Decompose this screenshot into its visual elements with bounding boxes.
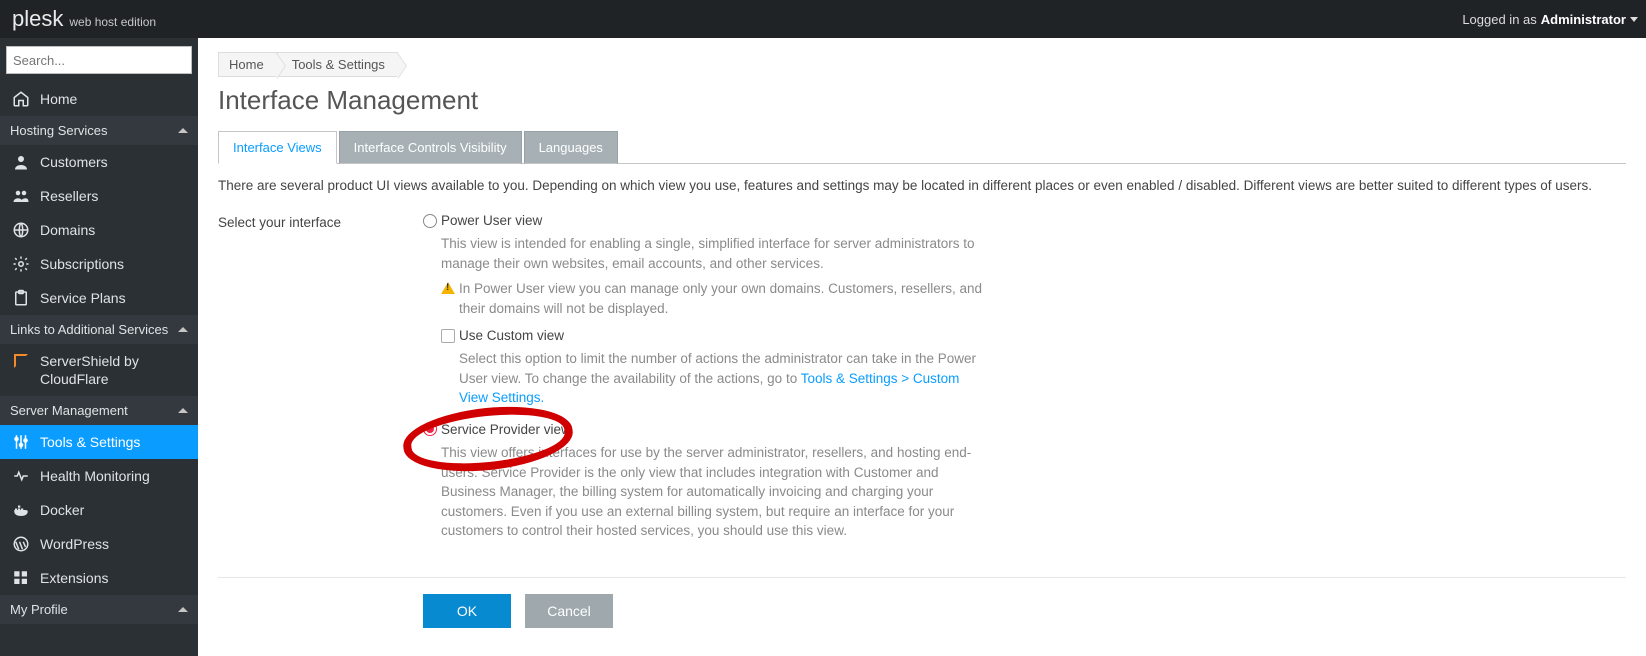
- radio-power-user[interactable]: [423, 214, 437, 228]
- tab-controls-visibility[interactable]: Interface Controls Visibility: [339, 131, 522, 164]
- sidebar: Home Hosting Services Customers Reseller…: [0, 38, 198, 656]
- docker-icon: [12, 501, 30, 519]
- top-bar: plesk web host edition Logged in as Admi…: [0, 0, 1646, 38]
- login-status[interactable]: Logged in as Administrator: [1462, 12, 1638, 27]
- sidebar-item-label: Docker: [40, 502, 84, 518]
- search-box[interactable]: [6, 46, 192, 74]
- heartbeat-icon: [12, 467, 30, 485]
- sidebar-item-label: Customers: [40, 154, 108, 170]
- home-icon: [12, 90, 30, 108]
- sidebar-item-wordpress[interactable]: WordPress: [0, 527, 198, 561]
- cancel-button[interactable]: Cancel: [525, 594, 613, 628]
- main-content: Home Tools & Settings Interface Manageme…: [198, 38, 1646, 656]
- separator: [218, 577, 1626, 578]
- wordpress-icon: [12, 535, 30, 553]
- sliders-icon: [12, 433, 30, 451]
- clipboard-icon: [12, 289, 30, 307]
- sidebar-item-tools-settings[interactable]: Tools & Settings: [0, 425, 198, 459]
- chevron-up-icon: [178, 408, 188, 413]
- sidebar-item-label: Domains: [40, 222, 95, 238]
- option-label: Service Provider view: [441, 422, 571, 437]
- sidebar-item-resellers[interactable]: Resellers: [0, 179, 198, 213]
- option-service-provider: Service Provider view This view offers i…: [423, 422, 983, 541]
- sidebar-item-label: WordPress: [40, 536, 109, 552]
- checkbox-custom-view[interactable]: [441, 329, 455, 343]
- sidebar-group-profile[interactable]: My Profile: [0, 595, 198, 624]
- chevron-up-icon: [178, 128, 188, 133]
- option-label: Power User view: [441, 213, 542, 228]
- sidebar-item-label: Home: [40, 91, 77, 107]
- brand-name: plesk: [12, 6, 63, 32]
- sidebar-item-subscriptions[interactable]: Subscriptions: [0, 247, 198, 281]
- user-icon: [12, 153, 30, 171]
- sidebar-item-docker[interactable]: Docker: [0, 493, 198, 527]
- select-interface-label: Select your interface: [218, 213, 423, 230]
- sidebar-item-customers[interactable]: Customers: [0, 145, 198, 179]
- sidebar-item-label: Resellers: [40, 188, 98, 204]
- chevron-up-icon: [178, 327, 188, 332]
- custom-view-description: Select this option to limit the number o…: [459, 349, 983, 408]
- search-input[interactable]: [13, 53, 189, 68]
- ok-button[interactable]: OK: [423, 594, 511, 628]
- sidebar-item-extensions[interactable]: Extensions: [0, 561, 198, 595]
- tabs: Interface Views Interface Controls Visib…: [218, 130, 1626, 164]
- sidebar-item-label: Subscriptions: [40, 256, 124, 272]
- brand[interactable]: plesk web host edition: [12, 6, 156, 32]
- breadcrumb-tools-settings[interactable]: Tools & Settings: [277, 52, 398, 77]
- logged-in-user: Administrator: [1541, 12, 1626, 27]
- sidebar-group-hosting[interactable]: Hosting Services: [0, 116, 198, 145]
- chevron-up-icon: [178, 607, 188, 612]
- breadcrumb-home[interactable]: Home: [218, 52, 277, 77]
- tab-languages[interactable]: Languages: [524, 131, 618, 164]
- users-icon: [12, 187, 30, 205]
- cloudflare-icon: [12, 352, 30, 370]
- option-description: This view is intended for enabling a sin…: [441, 234, 983, 273]
- warning-icon: [441, 282, 455, 294]
- sidebar-item-home[interactable]: Home: [0, 82, 198, 116]
- page-title: Interface Management: [218, 85, 1626, 116]
- sidebar-item-label: Health Monitoring: [40, 468, 150, 484]
- breadcrumb: Home Tools & Settings: [218, 52, 1626, 77]
- sidebar-item-label: ServerShield by CloudFlare: [40, 352, 186, 388]
- sidebar-item-label: Extensions: [40, 570, 108, 586]
- warning-text: In Power User view you can manage only y…: [459, 279, 983, 318]
- sidebar-item-domains[interactable]: Domains: [0, 213, 198, 247]
- option-description: This view offers interfaces for use by t…: [441, 443, 983, 541]
- tab-interface-views[interactable]: Interface Views: [218, 131, 337, 164]
- logged-in-label: Logged in as: [1462, 12, 1536, 27]
- intro-text: There are several product UI views avail…: [218, 178, 1626, 193]
- sidebar-item-servershield[interactable]: ServerShield by CloudFlare: [0, 344, 198, 396]
- sidebar-group-links[interactable]: Links to Additional Services: [0, 315, 198, 344]
- sidebar-item-health[interactable]: Health Monitoring: [0, 459, 198, 493]
- chevron-down-icon: [1630, 17, 1638, 22]
- sidebar-group-server[interactable]: Server Management: [0, 396, 198, 425]
- sidebar-item-label: Service Plans: [40, 290, 126, 306]
- sidebar-item-service-plans[interactable]: Service Plans: [0, 281, 198, 315]
- radio-service-provider[interactable]: [423, 422, 437, 436]
- globe-icon: [12, 221, 30, 239]
- brand-edition: web host edition: [69, 15, 156, 29]
- option-power-user: Power User view This view is intended fo…: [423, 213, 983, 408]
- puzzle-icon: [12, 569, 30, 587]
- checkbox-label: Use Custom view: [459, 328, 564, 343]
- sidebar-item-label: Tools & Settings: [40, 434, 140, 450]
- gear-icon: [12, 255, 30, 273]
